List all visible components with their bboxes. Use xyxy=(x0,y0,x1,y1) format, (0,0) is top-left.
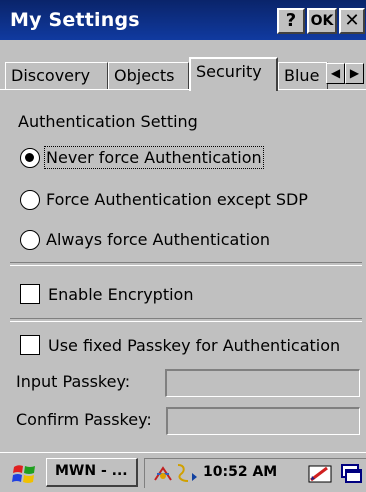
network-icon[interactable] xyxy=(175,462,201,486)
radio-unselected-icon[interactable] xyxy=(20,190,40,210)
radio-unselected-icon[interactable] xyxy=(20,230,40,250)
tab-divider xyxy=(0,89,366,90)
tab-discovery[interactable]: Discovery xyxy=(5,62,108,90)
ok-button[interactable]: OK xyxy=(307,8,337,34)
checkbox-icon[interactable] xyxy=(20,284,40,304)
tab-security[interactable]: Security xyxy=(189,57,278,91)
input-passkey-label: Input Passkey: xyxy=(16,372,131,391)
desktop-icon[interactable] xyxy=(339,462,363,486)
confirm-passkey-label: Confirm Passkey: xyxy=(16,410,152,429)
close-button[interactable]: ✕ xyxy=(339,8,365,34)
window-title: My Settings xyxy=(10,9,140,31)
input-passkey-field[interactable] xyxy=(165,369,360,397)
tab-bluetooth[interactable]: Blue xyxy=(278,62,328,90)
bluetooth-icon[interactable] xyxy=(151,462,175,486)
title-bar: My Settings ? OK ✕ xyxy=(0,0,366,40)
enable-encryption-label: Enable Encryption xyxy=(48,285,194,304)
windows-flag-icon[interactable] xyxy=(10,459,38,487)
confirm-passkey-field[interactable] xyxy=(166,407,360,435)
separator xyxy=(10,318,362,322)
help-button[interactable]: ? xyxy=(277,8,305,34)
tab-scroll-right-button[interactable]: ▶ xyxy=(345,63,364,84)
fixed-passkey-label: Use fixed Passkey for Authentication xyxy=(48,336,341,355)
radio-label: Always force Authentication xyxy=(46,230,270,249)
separator xyxy=(10,262,362,266)
radio-label: Never force Authentication xyxy=(44,146,264,169)
authentication-heading: Authentication Setting xyxy=(18,112,198,131)
input-panel-icon[interactable] xyxy=(307,462,333,486)
tab-scroll-left-button[interactable]: ◀ xyxy=(326,63,345,84)
tab-strip: Discovery Objects Security Blue xyxy=(0,56,366,91)
taskbar: MWN - ... 10:52 AM xyxy=(0,452,366,492)
checkbox-icon[interactable] xyxy=(20,335,40,355)
radio-selected-icon[interactable] xyxy=(20,148,40,168)
system-tray: 10:52 AM xyxy=(144,458,366,488)
task-button-mwn[interactable]: MWN - ... xyxy=(46,458,138,487)
tab-objects[interactable]: Objects xyxy=(108,62,189,90)
radio-label: Force Authentication except SDP xyxy=(46,190,308,209)
clock[interactable]: 10:52 AM xyxy=(203,464,277,480)
